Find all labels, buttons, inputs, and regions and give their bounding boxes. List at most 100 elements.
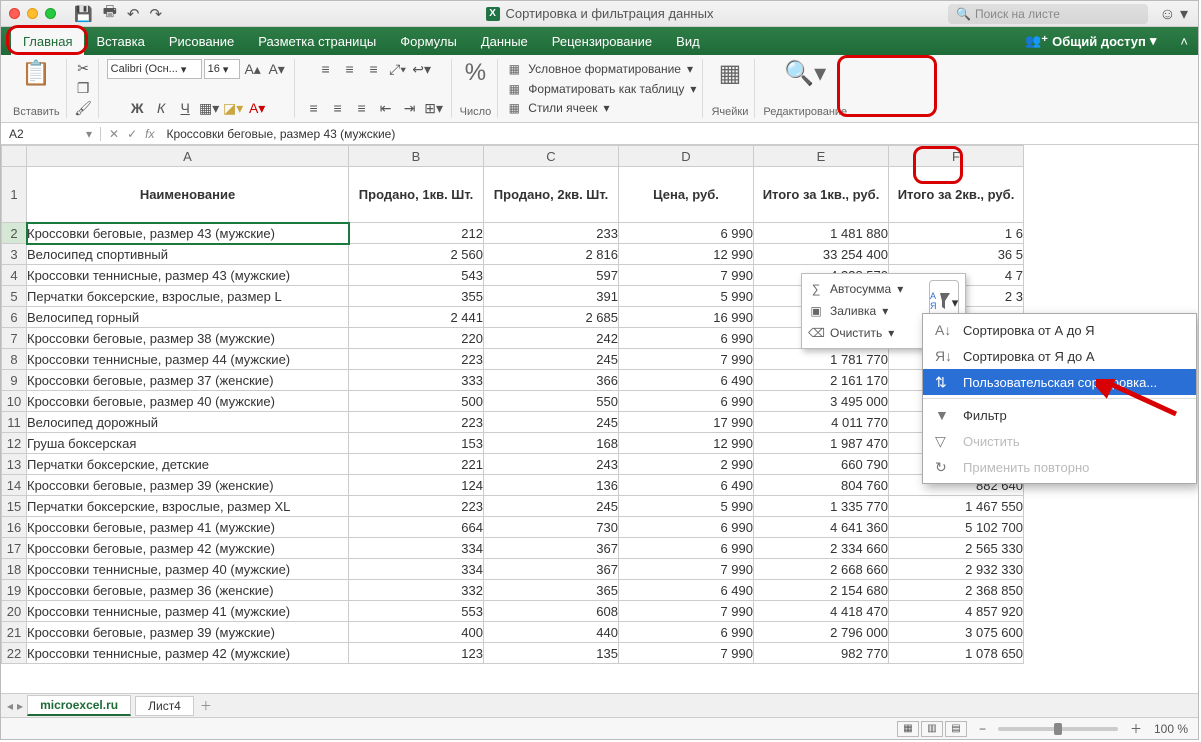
data-cell[interactable]: 3 075 600 — [889, 622, 1024, 643]
data-cell[interactable]: 367 — [484, 559, 619, 580]
header-cell[interactable]: Наименование — [27, 167, 349, 223]
decrease-font-icon[interactable]: A▾ — [266, 59, 288, 79]
sheet-tab-1[interactable]: microexcel.ru — [27, 695, 131, 716]
tab-layout[interactable]: Разметка страницы — [246, 27, 388, 55]
data-cell[interactable]: 355 — [349, 286, 484, 307]
data-cell[interactable]: 982 770 — [754, 643, 889, 664]
data-cell[interactable]: 36 5 — [889, 244, 1024, 265]
table-row[interactable]: 11Велосипед дорожный22324517 9904 011 77… — [2, 412, 1024, 433]
data-cell[interactable]: 6 990 — [619, 391, 754, 412]
data-cell[interactable]: Велосипед горный — [27, 307, 349, 328]
data-cell[interactable]: 2 816 — [484, 244, 619, 265]
data-cell[interactable]: 2 932 330 — [889, 559, 1024, 580]
data-cell[interactable]: Велосипед спортивный — [27, 244, 349, 265]
data-cell[interactable]: 553 — [349, 601, 484, 622]
paste-button[interactable]: 📋 — [21, 59, 51, 88]
table-row[interactable]: 10Кроссовки беговые, размер 40 (мужские)… — [2, 391, 1024, 412]
normal-view-button[interactable]: ▦ — [897, 721, 919, 737]
data-cell[interactable]: Кроссовки теннисные, размер 41 (мужские) — [27, 601, 349, 622]
data-cell[interactable]: 6 990 — [619, 622, 754, 643]
align-top-icon[interactable]: ≡ — [315, 59, 337, 79]
data-cell[interactable]: 2 368 850 — [889, 580, 1024, 601]
underline-icon[interactable]: Ч — [174, 98, 196, 118]
search-input[interactable]: 🔍 Поиск на листе — [948, 4, 1148, 24]
row-header[interactable]: 10 — [2, 391, 27, 412]
col-header-b[interactable]: B — [349, 146, 484, 167]
data-cell[interactable]: 1 467 550 — [889, 496, 1024, 517]
data-cell[interactable]: 168 — [484, 433, 619, 454]
window-zoom-button[interactable] — [45, 8, 56, 19]
collapse-ribbon-button[interactable]: ˄ — [1170, 27, 1198, 55]
data-cell[interactable]: Кроссовки беговые, размер 39 (мужские) — [27, 622, 349, 643]
data-cell[interactable]: 7 990 — [619, 601, 754, 622]
data-cell[interactable]: Кроссовки беговые, размер 38 (мужские) — [27, 328, 349, 349]
tab-view[interactable]: Вид — [664, 27, 712, 55]
data-cell[interactable]: Перчатки боксерские, детские — [27, 454, 349, 475]
data-cell[interactable]: 7 990 — [619, 349, 754, 370]
data-cell[interactable]: 367 — [484, 538, 619, 559]
data-cell[interactable]: 597 — [484, 265, 619, 286]
row-header[interactable]: 22 — [2, 643, 27, 664]
table-row[interactable]: 13Перчатки боксерские, детские2212432 99… — [2, 454, 1024, 475]
row-header[interactable]: 16 — [2, 517, 27, 538]
data-cell[interactable]: Кроссовки теннисные, размер 44 (мужские) — [27, 349, 349, 370]
row-header[interactable]: 13 — [2, 454, 27, 475]
merge-icon[interactable]: ⊞▾ — [423, 98, 445, 118]
format-as-table-button[interactable]: ▦Форматировать как таблицу ▾ — [506, 79, 696, 99]
data-cell[interactable]: Кроссовки беговые, размер 43 (мужские) — [27, 223, 349, 244]
data-cell[interactable]: 221 — [349, 454, 484, 475]
data-cell[interactable]: 223 — [349, 496, 484, 517]
row-header[interactable]: 6 — [2, 307, 27, 328]
col-header-d[interactable]: D — [619, 146, 754, 167]
sheet-nav-last-icon[interactable]: ▸ — [17, 699, 23, 713]
data-cell[interactable]: 500 — [349, 391, 484, 412]
data-cell[interactable]: Кроссовки теннисные, размер 40 (мужские) — [27, 559, 349, 580]
row-header[interactable]: 7 — [2, 328, 27, 349]
tab-home[interactable]: Главная — [11, 27, 84, 55]
zoom-out-button[interactable]: − — [979, 722, 986, 736]
data-cell[interactable]: 365 — [484, 580, 619, 601]
row-header[interactable]: 12 — [2, 433, 27, 454]
name-box[interactable]: A2▾ — [1, 127, 101, 141]
fx-icon[interactable]: fx — [145, 127, 154, 141]
data-cell[interactable]: 2 796 000 — [754, 622, 889, 643]
data-cell[interactable]: 4 011 770 — [754, 412, 889, 433]
share-button[interactable]: 👥⁺Общий доступ ▾ — [1011, 27, 1170, 55]
data-cell[interactable]: 2 154 680 — [754, 580, 889, 601]
table-row[interactable]: 19Кроссовки беговые, размер 36 (женские)… — [2, 580, 1024, 601]
data-cell[interactable]: 12 990 — [619, 433, 754, 454]
data-cell[interactable]: 223 — [349, 349, 484, 370]
enter-formula-icon[interactable]: ✓ — [127, 127, 137, 141]
data-cell[interactable]: 4 857 920 — [889, 601, 1024, 622]
data-cell[interactable]: 334 — [349, 559, 484, 580]
cancel-formula-icon[interactable]: ✕ — [109, 127, 119, 141]
zoom-level[interactable]: 100 % — [1154, 722, 1188, 736]
row-header[interactable]: 9 — [2, 370, 27, 391]
italic-icon[interactable]: К — [150, 98, 172, 118]
data-cell[interactable]: 212 — [349, 223, 484, 244]
data-cell[interactable]: Кроссовки теннисные, размер 42 (мужские) — [27, 643, 349, 664]
data-cell[interactable]: 243 — [484, 454, 619, 475]
data-cell[interactable]: 135 — [484, 643, 619, 664]
page-break-view-button[interactable]: ▤ — [945, 721, 967, 737]
data-cell[interactable]: Кроссовки беговые, размер 39 (женские) — [27, 475, 349, 496]
data-cell[interactable]: 4 641 360 — [754, 517, 889, 538]
font-color-icon[interactable]: A▾ — [246, 98, 268, 118]
data-cell[interactable]: 124 — [349, 475, 484, 496]
data-cell[interactable]: 550 — [484, 391, 619, 412]
row-header[interactable]: 2 — [2, 223, 27, 244]
window-minimize-button[interactable] — [27, 8, 38, 19]
data-cell[interactable]: Кроссовки беговые, размер 37 (женские) — [27, 370, 349, 391]
account-icon[interactable]: ☺ ▾ — [1159, 4, 1188, 24]
data-cell[interactable]: 136 — [484, 475, 619, 496]
data-cell[interactable]: 334 — [349, 538, 484, 559]
cells-button[interactable]: ▦ — [719, 59, 742, 88]
tab-review[interactable]: Рецензирование — [540, 27, 664, 55]
data-cell[interactable]: 2 685 — [484, 307, 619, 328]
row-header[interactable]: 21 — [2, 622, 27, 643]
data-cell[interactable]: 242 — [484, 328, 619, 349]
font-size-select[interactable]: 16▾ — [204, 59, 240, 79]
data-cell[interactable]: 6 990 — [619, 517, 754, 538]
data-cell[interactable]: 2 565 330 — [889, 538, 1024, 559]
data-cell[interactable]: 6 990 — [619, 538, 754, 559]
